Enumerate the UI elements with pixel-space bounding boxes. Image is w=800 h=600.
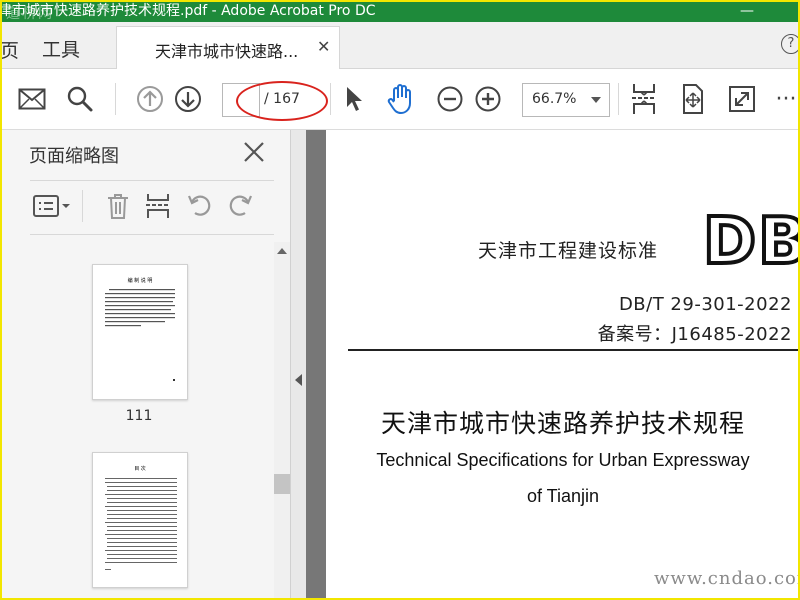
close-tab-icon[interactable]: ✕ — [317, 37, 330, 56]
thumbnail-page-label: 111 — [125, 408, 153, 424]
zoom-in-icon[interactable] — [472, 83, 504, 115]
toolbar-separator — [618, 83, 619, 115]
rotate-right-icon[interactable] — [224, 190, 256, 222]
zoom-select[interactable]: 66.7% — [522, 83, 610, 117]
window-title: 津市城市快速路养护技术规程.pdf - Adobe Acrobat Pro DC — [0, 3, 376, 19]
tab-bar: 页 工具 天津市城市快速路... ✕ ? — [0, 22, 800, 69]
standard-label: 天津市工程建设标准 — [478, 240, 659, 262]
panel-separator — [82, 190, 83, 222]
watermark: www.cndao.com — [654, 568, 800, 589]
panel-splitter[interactable] — [290, 130, 307, 600]
divider — [30, 234, 274, 235]
delete-page-icon[interactable] — [102, 190, 134, 222]
chevron-down-icon — [591, 97, 601, 103]
toolbar-separator — [115, 83, 116, 115]
title-rule — [348, 349, 800, 351]
thumbnail-heading: 编 制 说 明 — [128, 277, 153, 284]
zoom-value: 66.7% — [532, 91, 577, 107]
tab-tools[interactable]: 工具 — [42, 35, 80, 62]
tab-document[interactable]: 天津市城市快速路... ✕ — [116, 26, 340, 69]
more-icon[interactable]: ··· — [772, 83, 800, 115]
page-down-icon[interactable] — [172, 83, 204, 115]
document-title: 天津市城市快速路养护技术规程 — [380, 409, 745, 438]
divider — [30, 180, 274, 181]
scrollbar-thumb[interactable] — [274, 474, 290, 494]
page-number-input[interactable] — [222, 83, 260, 117]
page-total: / 167 — [264, 91, 300, 107]
rotate-left-icon[interactable] — [184, 190, 216, 222]
tab-home[interactable]: 页 — [0, 36, 19, 63]
fit-page-icon[interactable] — [628, 81, 660, 117]
search-icon[interactable] — [64, 83, 96, 115]
extract-page-icon[interactable] — [142, 190, 174, 222]
panel-title: 页面缩略图 — [29, 146, 119, 167]
english-title-line1: Technical Specifications for Urban Expre… — [376, 450, 750, 470]
standard-code: DB/T 29-301-2022 — [618, 294, 792, 315]
tab-document-label: 天津市城市快速路... — [155, 42, 299, 61]
document-page: 天津市工程建设标准 DB DB/T 29-301-2022 备案号：J16485… — [326, 130, 800, 600]
watermark-logo: 道桥网 — [6, 6, 54, 22]
title-bar: 津市城市快速路养护技术规程.pdf - Adobe Acrobat Pro DC… — [0, 0, 800, 22]
page-thumbnail[interactable]: 目 次 — [92, 452, 188, 588]
collapse-panel-icon[interactable] — [295, 374, 302, 386]
help-icon[interactable]: ? — [781, 34, 800, 54]
mail-icon[interactable] — [16, 83, 48, 115]
close-panel-icon[interactable] — [242, 140, 266, 168]
thumbnail-options-icon[interactable] — [32, 190, 72, 222]
select-cursor-icon[interactable] — [338, 83, 370, 115]
canvas-gutter — [306, 130, 326, 600]
db-logo: DB — [701, 208, 800, 272]
minimize-button[interactable]: — — [740, 0, 754, 22]
page-thumbnail[interactable]: 编 制 说 明 — [92, 264, 188, 400]
toolbar-separator — [330, 83, 331, 115]
thumbnail-scrollbar[interactable] — [274, 242, 290, 600]
rotate-view-icon[interactable] — [676, 81, 710, 117]
english-title-line2: of Tianjin — [526, 486, 600, 506]
registration-number: 备案号：J16485-2022 — [597, 324, 792, 345]
scroll-up-icon[interactable] — [277, 248, 287, 254]
hand-tool-icon[interactable] — [384, 81, 418, 117]
thumbnail-page-content: 编 制 说 明 — [105, 277, 175, 381]
main-toolbar: / 167 66.7% ··· — [0, 69, 800, 130]
page-up-icon[interactable] — [134, 83, 166, 115]
page-thumbnails-panel: 页面缩略图 编 制 说 明 111 目 次 — [12, 130, 290, 600]
full-screen-icon[interactable] — [726, 83, 758, 115]
thumbnail-heading: 目 次 — [134, 465, 146, 472]
thumbnail-page-content: 目 次 — [105, 465, 177, 570]
db-logo-text: DB — [703, 208, 800, 272]
zoom-out-icon[interactable] — [434, 83, 466, 115]
